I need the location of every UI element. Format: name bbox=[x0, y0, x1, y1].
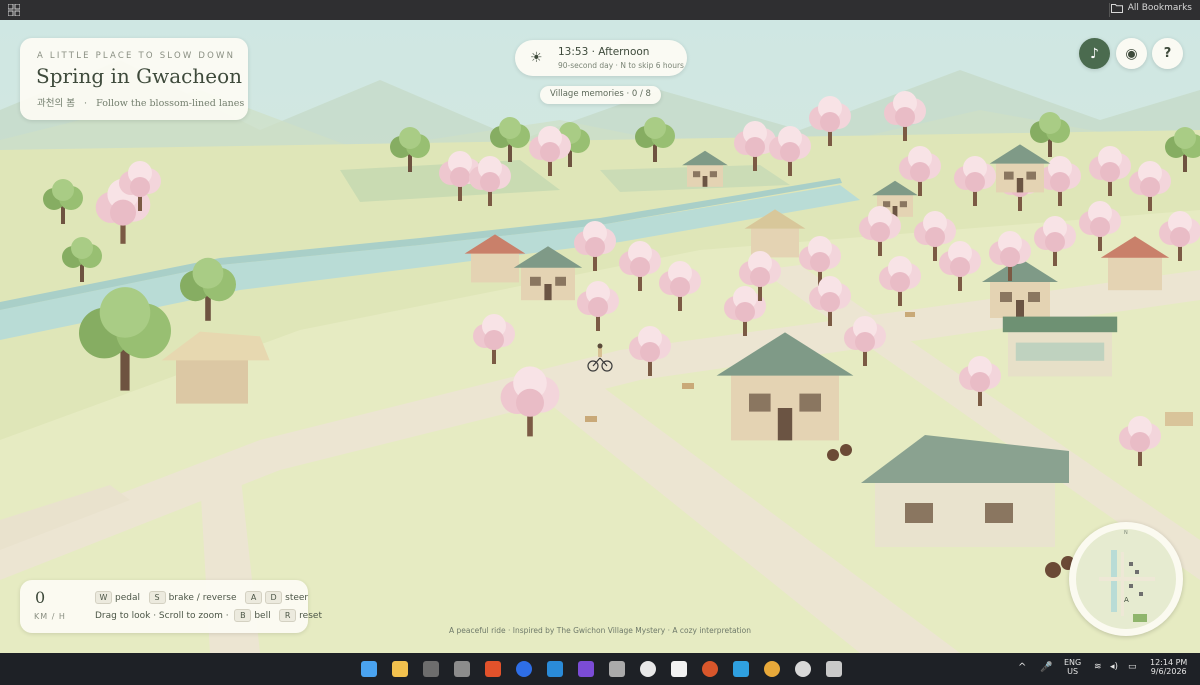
key-b: B bbox=[234, 609, 252, 622]
app-icon-1[interactable] bbox=[423, 661, 439, 677]
all-bookmarks-label: All Bookmarks bbox=[1127, 3, 1192, 13]
app-icon-6[interactable] bbox=[826, 661, 842, 677]
pedal-label: pedal bbox=[115, 593, 140, 603]
help-button[interactable]: ? bbox=[1152, 38, 1183, 69]
title-kicker: A LITTLE PLACE TO SLOW DOWN bbox=[37, 51, 236, 61]
app-icon-4[interactable] bbox=[609, 661, 625, 677]
vscode-icon[interactable] bbox=[547, 661, 563, 677]
controls-row-1: Wpedal Sbrake / reverse A Dsteer bbox=[95, 591, 308, 604]
app-icon-2[interactable] bbox=[454, 661, 470, 677]
key-r: R bbox=[279, 609, 297, 622]
bell-label: bell bbox=[254, 611, 271, 621]
music-toggle-button[interactable]: ♪ bbox=[1079, 38, 1110, 69]
tagline: Follow the blossom-lined lanes bbox=[96, 98, 245, 109]
tray-chevron-icon[interactable]: ^ bbox=[1018, 662, 1026, 673]
memories-label: Village memories · 0 / 8 bbox=[550, 89, 651, 99]
all-bookmarks-button[interactable]: All Bookmarks bbox=[1110, 3, 1192, 13]
controls-row-2: Drag to look · Scroll to zoom · Bbell Rr… bbox=[95, 609, 322, 622]
app-icon-5[interactable] bbox=[733, 661, 749, 677]
chrome-icon[interactable] bbox=[764, 661, 780, 677]
clock-time: 12:14 PM bbox=[1150, 658, 1188, 667]
help-icon: ? bbox=[1163, 46, 1172, 61]
page-title: Spring in Gwacheon bbox=[36, 64, 242, 88]
slack-icon[interactable] bbox=[640, 661, 656, 677]
os-taskbar: ^ 🎤 ENG US ≋ ◂) ▭ 12:14 PM 9/6/2026 bbox=[0, 653, 1200, 685]
title-subline: 과천의 봄 · Follow the blossom-lined lanes bbox=[37, 95, 244, 109]
brave-browser-icon[interactable] bbox=[485, 661, 501, 677]
korean-title: 과천의 봄 bbox=[37, 98, 75, 109]
credits-footer: A peaceful ride · Inspired by The Gwicho… bbox=[449, 626, 751, 635]
time-of-day-card: ☀ 13:53 · Afternoon 90-second day · N to… bbox=[515, 40, 687, 76]
key-s: S bbox=[148, 591, 166, 604]
maps-icon[interactable] bbox=[516, 661, 532, 677]
battery-icon[interactable]: ▭ bbox=[1128, 662, 1137, 672]
browser-toolbar: All Bookmarks bbox=[0, 0, 1200, 20]
claude-icon[interactable] bbox=[702, 661, 718, 677]
minimap-map: A N bbox=[1070, 523, 1182, 635]
village-memories-counter: Village memories · 0 / 8 bbox=[540, 86, 661, 104]
reset-label: reset bbox=[299, 611, 322, 621]
subline-separator: · bbox=[84, 98, 88, 109]
volume-icon[interactable]: ◂) bbox=[1110, 662, 1118, 672]
music-note-icon: ♪ bbox=[1090, 45, 1099, 62]
folder-icon bbox=[1110, 4, 1123, 13]
minimap[interactable]: A N bbox=[1069, 522, 1183, 636]
microphone-icon[interactable]: 🎤 bbox=[1040, 662, 1052, 673]
clock-time: 13:53 · Afternoon bbox=[558, 46, 650, 58]
region-code: US bbox=[1067, 667, 1079, 676]
title-card: A LITTLE PLACE TO SLOW DOWN Spring in Gw… bbox=[20, 38, 248, 120]
day-cycle-hint: 90-second day · N to skip 6 hours bbox=[558, 61, 684, 70]
file-explorer-icon[interactable] bbox=[392, 661, 408, 677]
steer-label: steer bbox=[285, 593, 309, 603]
clock-date: 9/6/2026 bbox=[1150, 667, 1187, 676]
apps-grid-icon[interactable] bbox=[8, 4, 20, 16]
language-indicator[interactable]: ENG US bbox=[1064, 658, 1081, 676]
wifi-icon[interactable]: ≋ bbox=[1094, 662, 1102, 672]
key-d: D bbox=[265, 591, 283, 604]
key-w: W bbox=[95, 591, 112, 604]
chatgpt-icon[interactable] bbox=[795, 661, 811, 677]
key-a: A bbox=[245, 591, 263, 604]
record-button[interactable]: ◉ bbox=[1116, 38, 1147, 69]
language-code: ENG bbox=[1064, 658, 1082, 667]
speed-unit: KM / H bbox=[34, 612, 66, 621]
windows-start-icon[interactable] bbox=[361, 661, 377, 677]
svg-text:N: N bbox=[1124, 530, 1128, 536]
taskbar-clock[interactable]: 12:14 PM 9/6/2026 bbox=[1150, 658, 1187, 676]
look-zoom-label: Drag to look · Scroll to zoom · bbox=[95, 611, 229, 621]
notion-icon[interactable] bbox=[671, 661, 687, 677]
speed-value: 0 bbox=[35, 588, 46, 607]
svg-text:A: A bbox=[1124, 596, 1129, 604]
brake-label: brake / reverse bbox=[168, 593, 237, 603]
app-icon-3[interactable] bbox=[578, 661, 594, 677]
record-icon: ◉ bbox=[1125, 45, 1138, 62]
sun-icon: ☀ bbox=[530, 50, 543, 66]
